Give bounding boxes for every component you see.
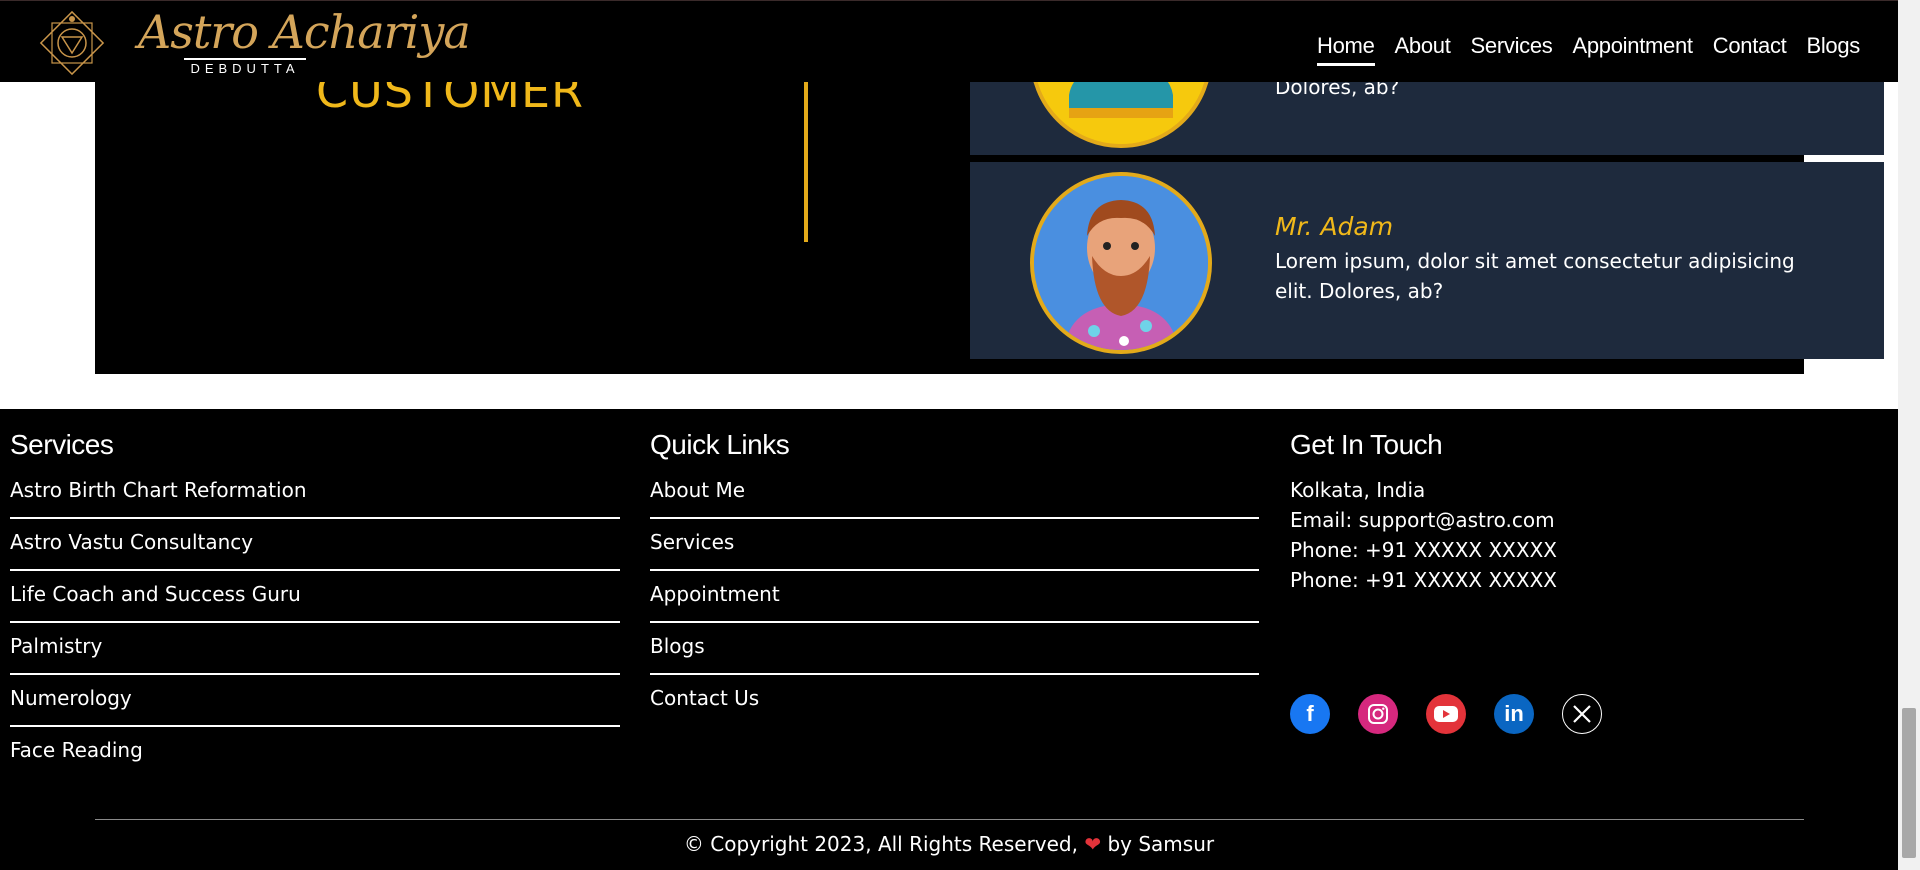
gold-divider (804, 82, 808, 242)
footer-service-link[interactable]: Astro Birth Chart Reformation (10, 475, 620, 519)
testimonial-name: Mr. Adam (1275, 212, 1394, 241)
footer-quick-link[interactable]: Blogs (650, 623, 1259, 675)
logo-emblem-icon[interactable] (36, 7, 108, 79)
x-twitter-icon[interactable] (1562, 694, 1602, 734)
footer-service-link[interactable]: Numerology (10, 675, 620, 727)
main-nav: Home About Services Appointment Contact … (1317, 33, 1860, 66)
footer-quick-links-column: Quick Links About Me Services Appointmen… (650, 429, 1259, 727)
testimonial-card: Mr. Adam Lorem ipsum, dolor sit amet con… (970, 162, 1884, 359)
nav-blogs[interactable]: Blogs (1806, 33, 1860, 66)
footer-service-link[interactable]: Astro Vastu Consultancy (10, 519, 620, 571)
copyright-prefix: © Copyright 2023, All Rights Reserved, (683, 832, 1078, 856)
contact-location: Kolkata, India (1290, 478, 1426, 502)
heart-icon: ❤ (1084, 832, 1102, 856)
nav-appointment[interactable]: Appointment (1573, 33, 1694, 66)
copyright-suffix: by Samsur (1107, 832, 1215, 856)
footer-quick-link[interactable]: About Me (650, 475, 1259, 519)
scrollbar-thumb[interactable] (1902, 708, 1916, 858)
footer-service-link[interactable]: Face Reading (10, 727, 620, 779)
footer-service-link[interactable]: Palmistry (10, 623, 620, 675)
page-scrollbar[interactable] (1898, 0, 1920, 870)
footer-quick-link[interactable]: Appointment (650, 571, 1259, 623)
footer-divider (95, 819, 1804, 820)
contact-email[interactable]: Email: support@astro.com (1290, 505, 1850, 535)
footer-service-link[interactable]: Life Coach and Success Guru (10, 571, 620, 623)
site-footer: Services Astro Birth Chart Reformation A… (0, 409, 1898, 870)
nav-services[interactable]: Services (1471, 33, 1553, 66)
linkedin-icon[interactable]: in (1494, 694, 1534, 734)
logo-subtext: DEBDUTTA (184, 58, 306, 76)
testimonial-text: Lorem ipsum, dolor sit amet consectetur … (1275, 249, 1795, 303)
footer-services-heading: Services (10, 429, 114, 460)
copyright-text: © Copyright 2023, All Rights Reserved, ❤… (0, 832, 1898, 856)
site-header: Astro Achariya DEBDUTTA Home About Servi… (0, 0, 1898, 82)
footer-quick-link[interactable]: Services (650, 519, 1259, 571)
contact-phone[interactable]: Phone: +91 XXXXX XXXXX (1290, 535, 1850, 565)
nav-home[interactable]: Home (1317, 33, 1375, 66)
instagram-icon[interactable] (1358, 694, 1398, 734)
avatar (1030, 172, 1212, 354)
youtube-icon[interactable] (1426, 694, 1466, 734)
nav-contact[interactable]: Contact (1713, 33, 1787, 66)
footer-quick-links-heading: Quick Links (650, 429, 790, 460)
nav-about[interactable]: About (1395, 33, 1451, 66)
social-links: f in (1290, 694, 1602, 734)
facebook-icon[interactable]: f (1290, 694, 1330, 734)
footer-quick-link[interactable]: Contact Us (650, 675, 1259, 727)
footer-contact-column: Get In Touch Kolkata, India Email: suppo… (1290, 429, 1850, 734)
contact-phone[interactable]: Phone: +91 XXXXX XXXXX (1290, 565, 1850, 595)
footer-contact-heading: Get In Touch (1290, 429, 1443, 460)
logo-text[interactable]: Astro Achariya (138, 5, 471, 59)
footer-services-column: Services Astro Birth Chart Reformation A… (10, 429, 620, 779)
